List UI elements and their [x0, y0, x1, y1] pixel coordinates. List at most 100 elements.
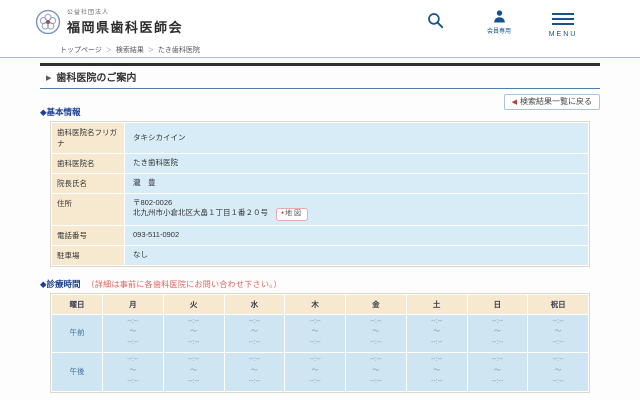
hours-cell-line: --:-- — [248, 317, 261, 325]
row-value-line: 北九州市小倉北区大畠１丁目１番２０号 ●地図 — [133, 208, 580, 221]
hours-cell: --:-- ～ --:-- — [406, 314, 467, 353]
breadcrumb-separator: ＞ — [105, 48, 112, 54]
hours-column-header: 木 — [285, 294, 345, 314]
members-only-label: 会員専用 — [486, 29, 511, 35]
table-row: 歯科医院名フリガナ タキシカイイン — [52, 123, 588, 153]
logo-text: 公益社団法人 福岡県歯科医師会 — [67, 7, 183, 36]
table-row: 住所 〒802-0026 北九州市小倉北区大畠１丁目１番２０号 ●地図 — [52, 194, 588, 225]
hours-cell-line: ～ — [433, 366, 441, 374]
hours-cell-line: --:-- — [127, 377, 139, 385]
hours-cell-line: ～ — [190, 366, 198, 374]
row-value: タキシカイイン — [125, 123, 588, 153]
search-button[interactable] — [416, 9, 454, 38]
breadcrumb-link[interactable]: トップページ — [60, 47, 102, 54]
hours-column-header: 金 — [346, 294, 406, 314]
breadcrumb-link[interactable]: 検索結果 — [116, 47, 144, 54]
page-title-bar: ▶ 歯科医院のご案内 — [40, 63, 600, 89]
hours-cell-line: ～ — [493, 366, 501, 374]
hours-cell: --:-- ～ --:-- — [528, 353, 588, 391]
hours-cell: --:-- ～ --:-- — [224, 353, 285, 391]
org-name-label: 福岡県歯科医師会 — [67, 20, 184, 35]
hours-cell-line: --:-- — [430, 317, 443, 325]
row-label: 駐車場 — [52, 245, 124, 265]
hours-cell-line: --:-- — [127, 356, 139, 364]
breadcrumb: トップページ＞検索結果＞たき歯科医院 — [60, 45, 200, 55]
hours-cell-line: --:-- — [370, 377, 382, 385]
row-value-line: 〒802-0026 — [133, 198, 173, 207]
hours-cell-line: --:-- — [370, 317, 382, 325]
site-logo[interactable]: 公益社団法人 福岡県歯科医師会 — [35, 7, 183, 36]
row-label: 歯科医院名 — [52, 154, 124, 173]
hours-cell-line: --:-- — [370, 356, 382, 364]
table-row: 院長氏名瀧 豊 — [52, 174, 588, 193]
hours-cell-line: --:-- — [187, 317, 200, 325]
hours-cell-line: --:-- — [309, 377, 321, 385]
hours-cell: --:-- ～ --:-- — [528, 314, 588, 353]
hours-cell: --:-- ～ --:-- — [285, 353, 345, 391]
menu-label: MENU — [548, 30, 578, 38]
hours-cell-line: ～ — [493, 328, 501, 336]
hours-cell-line: --:-- — [187, 339, 200, 347]
breadcrumb-link[interactable]: たき歯科医院 — [158, 47, 200, 54]
hours-cell-line: --:-- — [491, 377, 504, 385]
hours-row: 午後 --:-- ～ --:-- --:-- ～ --:-- --:-- ～ --:-- --:--… — [52, 353, 588, 391]
hours-cell-line: ～ — [372, 366, 380, 374]
row-value: 〒802-0026 北九州市小倉北区大畠１丁目１番２０号 ●地図 — [125, 194, 588, 225]
hours-cell-line: --:-- — [187, 377, 200, 385]
row-label: 住所 — [52, 194, 124, 225]
hours-cell-line: ～ — [311, 366, 319, 374]
hours-column-header: 土 — [406, 294, 467, 314]
map-pin-icon: ● — [281, 210, 285, 217]
hours-cell-line: --:-- — [248, 339, 261, 347]
row-label: 電話番号 — [52, 225, 124, 245]
hours-cell-line: --:-- — [248, 377, 261, 385]
hours-cell-line: --:-- — [552, 377, 564, 385]
members-only-button[interactable]: 会員専用 — [480, 9, 518, 38]
row-value: なし — [125, 245, 588, 265]
hours-cell-line: --:-- — [127, 339, 139, 347]
hours-cell-line: --:-- — [491, 339, 504, 347]
hamburger-icon — [552, 9, 574, 28]
hours-cell: --:-- ～ --:-- — [103, 353, 163, 391]
main-content: ▶ 歯科医院のご案内 ◀ 検索結果一覧に戻る ◆基本情報 歯科医院名フリガナ タキシカ… — [0, 58, 640, 400]
hours-header-row: 曜日月火水木金土日祝日 — [52, 294, 588, 314]
hours-cell-line: ～ — [129, 366, 137, 374]
hours-row-label: 午後 — [52, 353, 102, 391]
hours-cell: --:-- ～ --:-- — [103, 314, 163, 353]
basic-info-table: 歯科医院名フリガナ タキシカイイン 歯科医院名 たき歯科医院 院長氏名瀧 豊住所 〒802… — [50, 121, 590, 267]
back-to-results-button[interactable]: ◀ 検索結果一覧に戻る — [503, 94, 600, 110]
site-header: 公益社団法人 福岡県歯科医師会 会員専用 MENU トップページ＞検索結果＞たき… — [0, 0, 640, 58]
hours-column-header: 火 — [163, 294, 224, 314]
person-icon — [493, 10, 505, 23]
hours-cell: --:-- ～ --:-- — [224, 314, 285, 353]
menu-button[interactable]: MENU — [544, 9, 582, 38]
hours-cell-line: --:-- — [430, 377, 443, 385]
hours-column-header: 月 — [103, 294, 163, 314]
hours-cell-line: --:-- — [248, 356, 261, 364]
hours-cell-line: --:-- — [127, 317, 139, 325]
row-label: 院長氏名 — [52, 174, 124, 193]
back-row: ◀ 検索結果一覧に戻る — [40, 91, 600, 110]
hours-note: （詳細は事前に各歯科医院にお問い合わせ下さい。） — [86, 279, 282, 289]
hours-cell: --:-- ～ --:-- — [285, 314, 345, 353]
map-button[interactable]: ●地図 — [276, 208, 309, 221]
row-value: たき歯科医院 — [125, 154, 588, 173]
header-icons: 会員専用 MENU — [416, 9, 582, 38]
hours-column-header: 水 — [224, 294, 285, 314]
hours-cell-line: ～ — [433, 328, 441, 336]
hours-cell-line: --:-- — [370, 339, 382, 347]
hours-cell-line: ～ — [250, 366, 258, 374]
hours-cell: --:-- ～ --:-- — [406, 353, 467, 391]
breadcrumb-separator: ＞ — [147, 48, 154, 54]
hours-heading: ◆診療時間 （詳細は事前に各歯科医院にお問い合わせ下さい。） — [40, 278, 600, 290]
hours-cell-line: ～ — [372, 328, 380, 336]
association-emblem-icon — [35, 9, 61, 34]
hours-cell-line: --:-- — [187, 356, 200, 364]
hours-cell: --:-- ～ --:-- — [163, 314, 224, 353]
hours-cell-line: --:-- — [309, 356, 321, 364]
hours-cell-line: --:-- — [309, 339, 321, 347]
hours-cell: --:-- ～ --:-- — [346, 314, 406, 353]
org-type-label: 公益社団法人 — [67, 10, 110, 16]
hours-table: 曜日月火水木金土日祝日 午前 --:-- ～ --:-- --:-- ～ --:-- --:-… — [50, 292, 590, 393]
table-row: 電話番号 093-511-0902 — [52, 225, 588, 245]
